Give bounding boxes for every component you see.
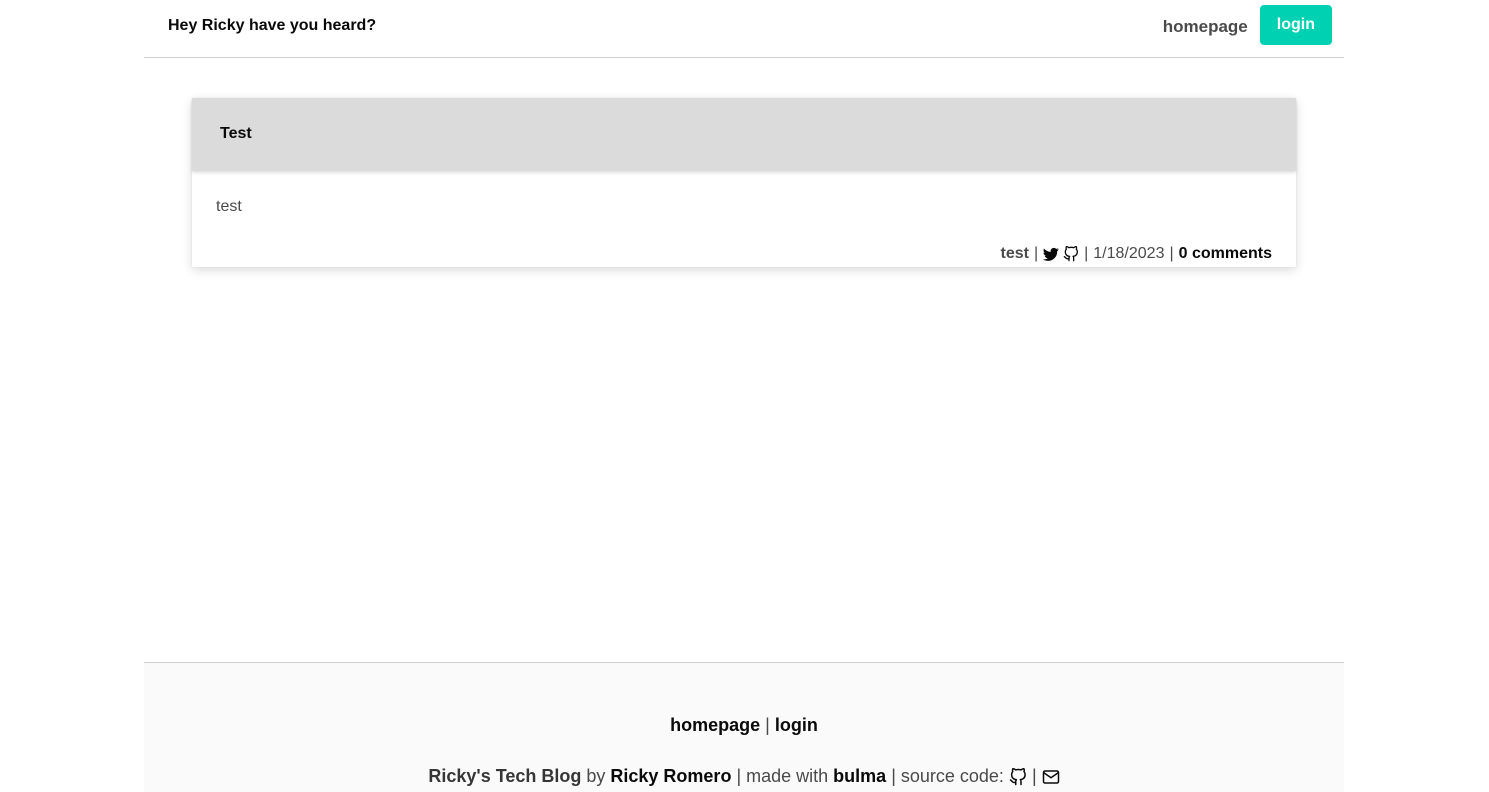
blog-name: Ricky's Tech Blog — [428, 766, 582, 786]
source-code-text: source code: — [900, 766, 1004, 786]
login-button[interactable]: login — [1259, 5, 1332, 45]
post-meta: test | | 1/18/2023 | 0 comments — [1001, 245, 1272, 263]
twitter-icon[interactable] — [1043, 246, 1059, 262]
navbar-menu: homepage login — [1163, 5, 1332, 45]
by-text: by — [586, 766, 606, 786]
footer-separator: | — [765, 715, 770, 735]
post-title[interactable]: Test — [220, 125, 252, 143]
bulma-link[interactable]: bulma — [833, 766, 886, 787]
footer-separator: | — [1031, 766, 1037, 786]
github-icon[interactable] — [1063, 246, 1079, 262]
made-with-text: made with — [746, 766, 829, 786]
meta-separator: | — [1084, 245, 1089, 262]
meta-separator: | — [1033, 245, 1039, 262]
navbar-brand[interactable]: Hey Ricky have you heard? — [168, 17, 376, 35]
footer-links: homepage | login — [144, 715, 1344, 736]
footer-login-link[interactable]: login — [775, 715, 818, 735]
footer: homepage | login Ricky's Tech Blog by Ri… — [144, 662, 1344, 792]
github-icon[interactable] — [1009, 767, 1027, 786]
post-date: 1/18/2023 — [1093, 245, 1165, 262]
post-card-header: Test — [192, 98, 1296, 171]
post-body: test — [216, 198, 242, 215]
envelope-icon[interactable] — [1042, 768, 1060, 786]
meta-separator: | — [1169, 245, 1174, 262]
footer-credits: Ricky's Tech Blog by Ricky Romero | made… — [144, 766, 1344, 787]
footer-separator: | — [891, 766, 896, 786]
post-card: Test test test | | 1/18/2023 | 0 comment… — [192, 98, 1296, 267]
footer-homepage-link[interactable]: homepage — [670, 715, 760, 735]
author-link[interactable]: Ricky Romero — [610, 766, 731, 787]
comments-link[interactable]: 0 comments — [1179, 245, 1272, 263]
post-author[interactable]: test — [1001, 245, 1029, 263]
footer-separator: | — [736, 766, 742, 786]
homepage-link[interactable]: homepage — [1163, 17, 1248, 37]
navbar: Hey Ricky have you heard? homepage login — [144, 0, 1344, 58]
